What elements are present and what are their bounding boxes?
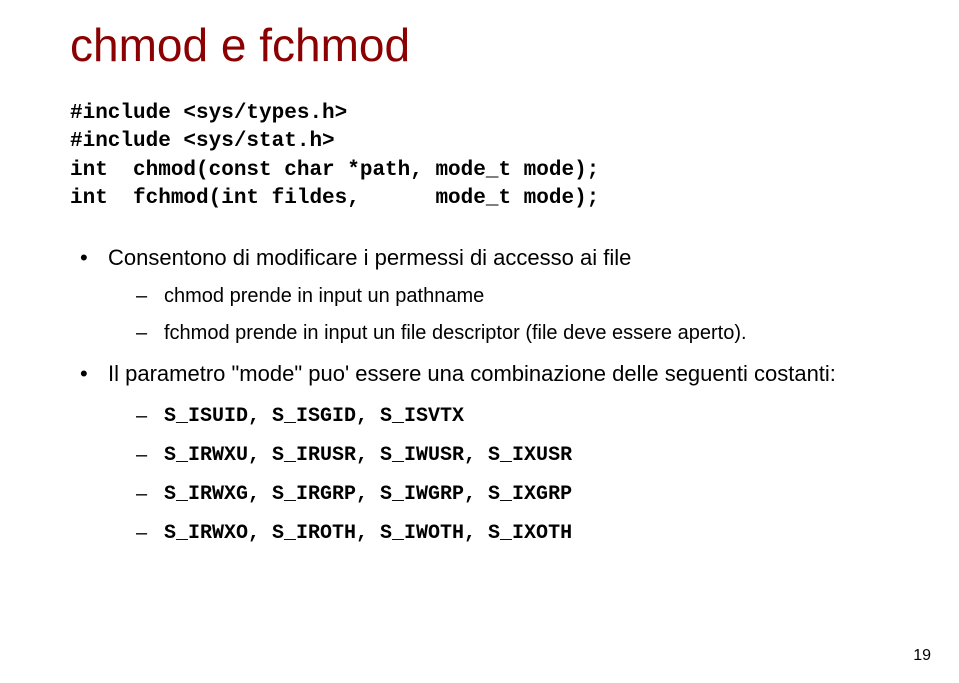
constant-line: S_ISUID, S_ISGID, S_ISVTX [136, 397, 899, 436]
code-block: #include <sys/types.h> #include <sys/sta… [70, 100, 899, 213]
slide: chmod e fchmod #include <sys/types.h> #i… [0, 0, 959, 683]
bullet-text: Il parametro "mode" puo' essere una comb… [108, 361, 836, 386]
bullet-text: Consentono di modificare i permessi di a… [108, 245, 631, 270]
sub-item: chmod prende in input un pathname [136, 281, 899, 312]
constant-line: S_IRWXU, S_IRUSR, S_IWUSR, S_IXUSR [136, 436, 899, 475]
code-line: #include <sys/stat.h> [70, 130, 335, 153]
code-line: int fchmod(int fildes, mode_t mode); [70, 187, 599, 210]
constant-line: S_IRWXG, S_IRGRP, S_IWGRP, S_IXGRP [136, 475, 899, 514]
slide-title: chmod e fchmod [70, 18, 899, 72]
constants-list: S_ISUID, S_ISGID, S_ISVTX S_IRWXU, S_IRU… [136, 397, 899, 553]
code-line: #include <sys/types.h> [70, 102, 347, 125]
sub-list: chmod prende in input un pathname fchmod… [136, 281, 899, 349]
constant-line: S_IRWXO, S_IROTH, S_IWOTH, S_IXOTH [136, 514, 899, 553]
sub-item: fchmod prende in input un file descripto… [136, 318, 899, 349]
bullet-item: Il parametro "mode" puo' essere una comb… [80, 359, 899, 553]
page-number: 19 [913, 647, 931, 665]
bullet-item: Consentono di modificare i permessi di a… [80, 243, 899, 349]
bullet-list: Consentono di modificare i permessi di a… [80, 243, 899, 552]
code-line: int chmod(const char *path, mode_t mode)… [70, 159, 599, 182]
